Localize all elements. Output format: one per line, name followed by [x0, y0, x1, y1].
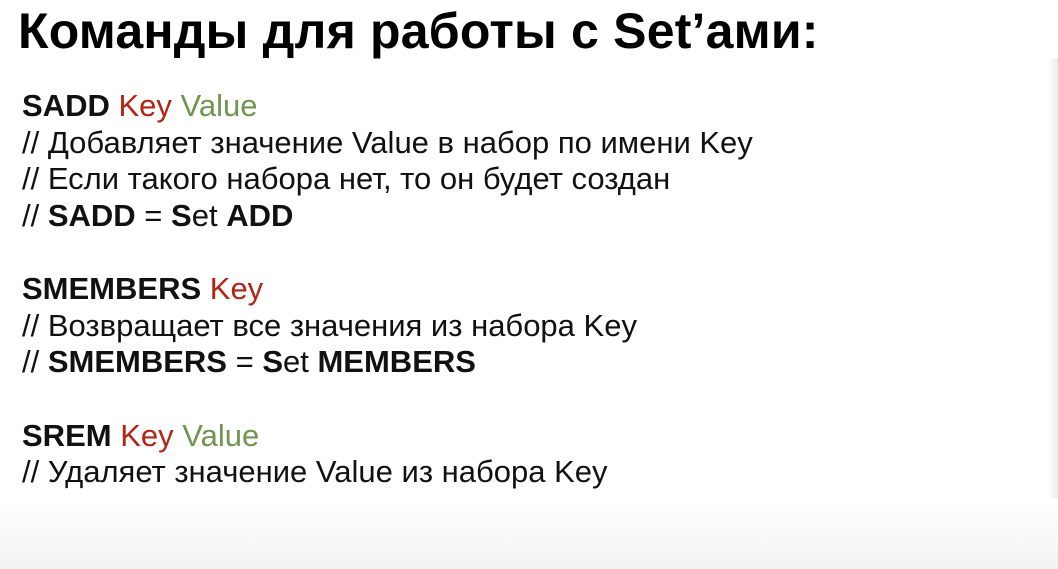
- sadd-expansion-line: // SADD = Set ADD: [22, 198, 753, 235]
- sadd-expansion-equals: =: [135, 197, 172, 233]
- edge-shadow: [1048, 58, 1058, 498]
- sadd-expansion-word: ADD: [226, 197, 294, 233]
- smembers-expansion-cmd: SMEMBERS: [47, 344, 227, 379]
- smembers-syntax-line: SMEMBERS Key: [22, 271, 753, 308]
- sadd-value-arg: Value: [180, 88, 258, 123]
- sadd-key-arg: Key: [118, 88, 172, 123]
- sadd-expansion-prefix: //: [22, 197, 48, 233]
- sadd-syntax-line: SADD Key Value: [22, 88, 753, 125]
- srem-key-arg: Key: [120, 417, 174, 453]
- smembers-expansion-rest: et: [283, 344, 318, 379]
- sadd-expansion-first-letter: S: [171, 197, 192, 233]
- slide: Команды для работы с Set’ами: SADD Key V…: [0, 0, 1058, 569]
- smembers-expansion-equals: =: [226, 344, 263, 379]
- smembers-expansion-line: // SMEMBERS = Set MEMBERS: [22, 344, 753, 381]
- smembers-expansion-first-letter: S: [262, 344, 284, 379]
- srem-value-arg: Value: [182, 417, 260, 453]
- sadd-comment-1: // Добавляет значение Value в набор по и…: [22, 124, 753, 160]
- srem-command: SREM: [22, 417, 112, 453]
- smembers-comment-1: // Возвращает все значения из набора Key: [22, 307, 637, 343]
- slide-content: SADD Key Value // Добавляет значение Val…: [22, 88, 753, 491]
- sadd-comment-2: // Если такого набора нет, то он будет с…: [22, 161, 671, 196]
- sadd-expansion-rest: et: [191, 197, 227, 233]
- srem-comment-1: // Удаляет значение Value из набора Key: [22, 454, 608, 489]
- smembers-expansion-prefix: //: [22, 344, 48, 379]
- slide-title: Команды для работы с Set’ами:: [18, 3, 819, 59]
- smembers-expansion-word: MEMBERS: [317, 344, 476, 379]
- smembers-key-arg: Key: [209, 271, 264, 306]
- sadd-expansion-cmd: SADD: [47, 197, 136, 233]
- smembers-command: SMEMBERS: [22, 271, 202, 306]
- sadd-command: SADD: [22, 88, 110, 123]
- srem-syntax-line: SREM Key Value: [22, 418, 753, 455]
